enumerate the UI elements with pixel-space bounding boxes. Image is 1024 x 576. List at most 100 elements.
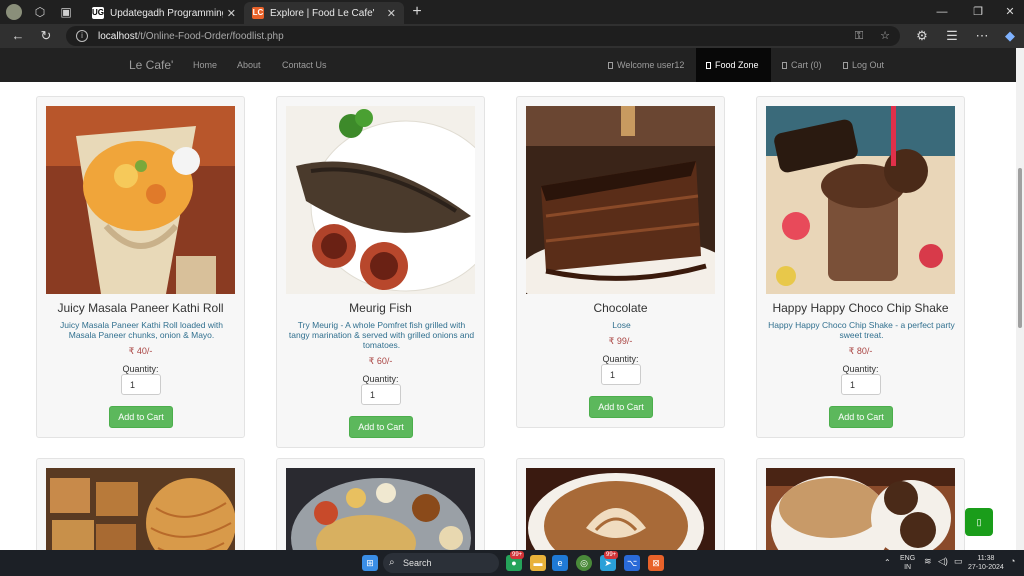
- close-window-icon[interactable]: ✕: [998, 4, 1022, 20]
- clock-date: 27-10-2024: [968, 564, 1004, 571]
- tab-explore-food[interactable]: LC Explore | Food Le Cafe' ✕: [244, 2, 404, 24]
- clock[interactable]: 11:38 27-10-2024: [968, 554, 1004, 572]
- taskbar-search-input[interactable]: ⌕ Search: [383, 553, 499, 573]
- product-name: Happy Happy Choco Chip Shake: [772, 301, 949, 315]
- logout-icon: [843, 62, 848, 69]
- extensions-icon[interactable]: ⚙: [912, 27, 932, 45]
- product-card: Happy Happy Choco Chip Shake Happy Happy…: [756, 96, 965, 438]
- site-navbar: Le Cafe' Home About Contact Us Welcome u…: [0, 48, 1016, 82]
- edge-icon[interactable]: e: [552, 555, 568, 571]
- tray-overflow-icon[interactable]: ⌃: [884, 558, 891, 567]
- close-tab-icon[interactable]: ✕: [227, 7, 236, 20]
- tab-favicon: UG: [92, 7, 104, 19]
- product-card: [516, 458, 725, 550]
- user-icon: [608, 62, 613, 69]
- product-image-coffee: [526, 468, 715, 550]
- nav-logout-label: Log Out: [852, 60, 885, 70]
- region-code: IN: [904, 564, 912, 571]
- key-icon[interactable]: ⚿: [852, 29, 866, 43]
- nav-contact[interactable]: Contact Us: [282, 60, 327, 70]
- product-image-chocolate: [526, 106, 715, 294]
- taskbar-search-label: Search: [403, 558, 432, 568]
- quantity-label: Quantity:: [842, 364, 879, 374]
- minimize-icon[interactable]: —: [930, 4, 954, 20]
- profile-avatar[interactable]: [6, 4, 22, 20]
- product-image-noodles: [46, 468, 235, 550]
- language-code: ENG: [900, 555, 916, 562]
- product-card: Meurig Fish Try Meurig - A whole Pomfret…: [276, 96, 485, 448]
- browser-tab-strip: ⬡ ▣ UG Updategadh Programming - Upd ✕ LC…: [0, 0, 1024, 24]
- quantity-input[interactable]: [121, 374, 161, 395]
- page-scrollbar[interactable]: [1016, 48, 1024, 550]
- nav-cart[interactable]: Cart (0): [772, 48, 832, 82]
- file-explorer-icon[interactable]: ▬: [530, 555, 546, 571]
- workspaces-icon[interactable]: ⬡: [32, 4, 48, 20]
- url-input[interactable]: i localhost/t/Online-Food-Order/foodlist…: [66, 26, 900, 46]
- product-description: Try Meurig - A whole Pomfret fish grille…: [288, 320, 475, 350]
- add-to-cart-button[interactable]: Add to Cart: [589, 396, 653, 418]
- favorites-icon[interactable]: ☰: [942, 27, 962, 45]
- add-to-cart-button[interactable]: Add to Cart: [109, 406, 173, 428]
- product-card: [756, 458, 965, 550]
- product-name: Meurig Fish: [349, 301, 412, 315]
- vscode-icon[interactable]: ⌥: [624, 555, 640, 571]
- back-icon[interactable]: ←: [8, 27, 28, 45]
- brand-logo[interactable]: Le Cafe': [129, 58, 173, 72]
- nav-cart-label: Cart (0): [791, 60, 822, 70]
- cart-icon: [782, 62, 787, 69]
- windows-taskbar: ⊞ ⌕ Search ● 99+ ▬ e ◎ ➤ 99+ ⌥ ⊠ ⌃ ENG I…: [0, 550, 1024, 576]
- food-icon: [706, 62, 711, 69]
- more-menu-icon[interactable]: ⋯: [972, 27, 992, 45]
- new-tab-icon[interactable]: +: [408, 3, 426, 21]
- favorite-star-icon[interactable]: ☆: [878, 29, 892, 43]
- nav-logout[interactable]: Log Out: [833, 48, 894, 82]
- tab-title: Explore | Food Le Cafe': [270, 7, 375, 19]
- xampp-icon[interactable]: ⊠: [648, 555, 664, 571]
- nav-food-zone[interactable]: Food Zone: [696, 48, 771, 82]
- start-icon[interactable]: ⊞: [362, 555, 378, 571]
- scroll-top-button[interactable]: ▯: [965, 508, 993, 536]
- product-image-tea: [766, 468, 955, 550]
- quantity-label: Quantity:: [362, 374, 399, 384]
- nav-home[interactable]: Home: [193, 60, 217, 70]
- site-info-icon[interactable]: i: [76, 30, 88, 42]
- product-price: ₹ 40/-: [128, 346, 153, 356]
- battery-icon[interactable]: ▭: [954, 557, 963, 566]
- tab-actions-icon[interactable]: ▣: [58, 4, 74, 20]
- chrome-icon[interactable]: ◎: [576, 555, 592, 571]
- scrollbar-thumb[interactable]: [1018, 168, 1022, 328]
- refresh-icon[interactable]: ↻: [36, 27, 56, 45]
- search-icon: ⌕: [389, 557, 395, 568]
- tab-title: Updategadh Programming - Upd: [110, 7, 223, 19]
- quantity-label: Quantity:: [122, 364, 159, 374]
- add-to-cart-button[interactable]: Add to Cart: [349, 416, 413, 438]
- add-to-cart-button[interactable]: Add to Cart: [829, 406, 893, 428]
- nav-welcome[interactable]: Welcome user12: [598, 48, 694, 82]
- quantity-input[interactable]: [601, 364, 641, 385]
- url-path: /t/Online-Food-Order/foodlist.php: [137, 30, 284, 42]
- restore-icon[interactable]: ❐: [966, 4, 990, 20]
- url-host: localhost: [98, 30, 138, 42]
- product-price: ₹ 80/-: [848, 346, 873, 356]
- nav-about[interactable]: About: [237, 60, 261, 70]
- product-description: Happy Happy Choco Chip Shake - a perfect…: [768, 320, 955, 340]
- close-tab-icon[interactable]: ✕: [387, 7, 396, 20]
- volume-icon[interactable]: ◁): [938, 557, 948, 566]
- copilot-icon[interactable]: ◆: [1000, 27, 1020, 45]
- tab-updategadh[interactable]: UG Updategadh Programming - Upd ✕: [84, 2, 244, 24]
- product-image-thali: [286, 468, 475, 550]
- language-indicator[interactable]: ENG IN: [900, 554, 915, 572]
- product-card: [36, 458, 245, 550]
- product-image-choco-shake: [766, 106, 955, 294]
- nav-food-zone-label: Food Zone: [715, 60, 759, 70]
- product-name: Juicy Masala Paneer Kathi Roll: [57, 301, 224, 315]
- quantity-input[interactable]: [841, 374, 881, 395]
- product-card: Juicy Masala Paneer Kathi Roll Juicy Mas…: [36, 96, 245, 438]
- wifi-icon[interactable]: ≋: [924, 557, 932, 566]
- nav-welcome-label: Welcome user12: [617, 60, 685, 70]
- product-description: Juicy Masala Paneer Kathi Roll loaded wi…: [59, 320, 223, 340]
- notifications-icon[interactable]: ◔: [1010, 557, 1015, 566]
- tab-favicon: LC: [252, 7, 264, 19]
- address-bar-row: ← ↻ i localhost/t/Online-Food-Order/food…: [0, 24, 1024, 48]
- quantity-input[interactable]: [361, 384, 401, 405]
